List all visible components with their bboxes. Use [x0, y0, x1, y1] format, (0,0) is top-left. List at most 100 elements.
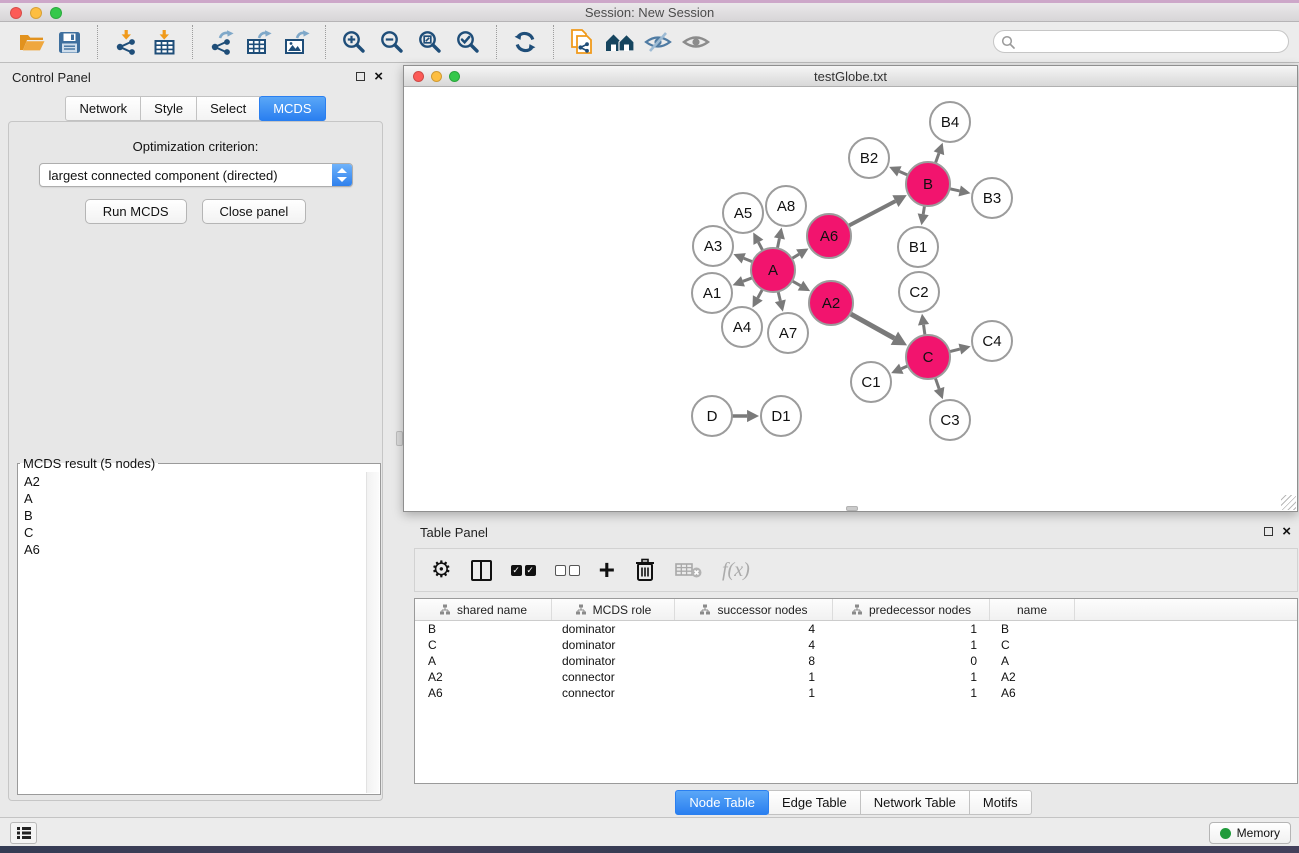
edge-arrowhead — [959, 344, 971, 355]
tab-motifs[interactable]: Motifs — [969, 790, 1032, 815]
close-panel-icon[interactable]: × — [374, 71, 383, 82]
node-label: C — [923, 349, 934, 366]
import-table-icon[interactable] — [147, 25, 181, 59]
graph-node-A5[interactable]: A5 — [723, 193, 763, 233]
list-item[interactable]: C — [19, 524, 365, 541]
node-label: B3 — [983, 190, 1001, 207]
graph-node-B2[interactable]: B2 — [849, 138, 889, 178]
open-folder-icon[interactable] — [14, 25, 48, 59]
graph-node-C4[interactable]: C4 — [972, 321, 1012, 361]
refresh-layout-icon[interactable] — [508, 25, 542, 59]
network-canvas[interactable]: B4 B2 B B3 A5A8A6 A3 A B1 A1 A2 C2 A4A7 C4 C C1 C3 D D1 — [404, 87, 1297, 511]
optimization-criterion-label: Optimization criterion: — [9, 139, 382, 154]
tab-select[interactable]: Select — [196, 96, 260, 121]
export-network-icon[interactable] — [204, 25, 238, 59]
hierarchy-icon — [851, 604, 863, 615]
select-all-icon[interactable]: ✓✓ — [511, 565, 536, 576]
column-header-predecessor-nodes[interactable]: predecessor nodes — [833, 599, 990, 620]
graph-node-C3[interactable]: C3 — [930, 400, 970, 440]
graph-node-B[interactable]: B — [906, 162, 950, 206]
list-item[interactable]: B — [19, 507, 365, 524]
toolbar-separator — [325, 25, 326, 59]
save-session-icon[interactable] — [52, 25, 86, 59]
horizontal-scrollbar-thumb[interactable] — [846, 506, 858, 511]
network-window-titlebar[interactable]: testGlobe.txt — [404, 66, 1297, 87]
list-item[interactable]: A2 — [19, 473, 365, 490]
clear-selection-icon[interactable] — [555, 565, 580, 576]
node-label: B1 — [909, 239, 927, 256]
scrollbar-track[interactable] — [366, 472, 379, 793]
delete-column-trash-icon[interactable] — [634, 558, 656, 582]
show-graphics-eye-icon[interactable] — [679, 25, 713, 59]
zoom-out-icon[interactable] — [375, 25, 409, 59]
table-row[interactable]: A2 connector 1 1 A2 — [415, 669, 1297, 685]
zoom-selected-icon[interactable] — [451, 25, 485, 59]
houses-icon[interactable] — [603, 25, 637, 59]
float-panel-icon[interactable] — [1264, 527, 1273, 536]
tab-edge-table[interactable]: Edge Table — [768, 790, 861, 815]
graph-node-A7[interactable]: A7 — [768, 313, 808, 353]
table-panel: Table Panel × ⚙ ✓✓ + f(x) — [408, 520, 1299, 817]
zoom-in-icon[interactable] — [337, 25, 371, 59]
graph-node-A8[interactable]: A8 — [766, 186, 806, 226]
graph-node-A1[interactable]: A1 — [692, 273, 732, 313]
edge-arrowhead — [958, 185, 970, 196]
tab-network[interactable]: Network — [65, 96, 141, 121]
tab-style[interactable]: Style — [140, 96, 197, 121]
graph-node-C[interactable]: C — [906, 335, 950, 379]
export-table-icon[interactable] — [242, 25, 276, 59]
table-row[interactable]: B dominator 4 1 B — [415, 621, 1297, 637]
graph-node-D1[interactable]: D1 — [761, 396, 801, 436]
node-label: C3 — [940, 412, 959, 429]
graph-node-B3[interactable]: B3 — [972, 178, 1012, 218]
close-panel-button[interactable]: Close panel — [202, 199, 307, 224]
settings-gear-icon[interactable]: ⚙ — [431, 559, 452, 581]
graph-node-B1[interactable]: B1 — [898, 227, 938, 267]
new-network-from-file-icon[interactable] — [565, 25, 599, 59]
tab-node-table[interactable]: Node Table — [675, 790, 769, 815]
tab-mcds[interactable]: MCDS — [259, 96, 325, 121]
zoom-fit-icon[interactable] — [413, 25, 447, 59]
run-mcds-button[interactable]: Run MCDS — [85, 199, 187, 224]
list-item[interactable]: A — [19, 490, 365, 507]
graph-node-D[interactable]: D — [692, 396, 732, 436]
column-header-shared-name[interactable]: shared name — [415, 599, 552, 620]
graph-node-A6[interactable]: A6 — [807, 214, 851, 258]
table-panel-tabs: Node Table Edge Table Network Table Moti… — [408, 790, 1299, 815]
node-label: D — [707, 408, 718, 425]
node-label: A — [768, 262, 778, 279]
graph-node-A2[interactable]: A2 — [809, 281, 853, 325]
column-header-successor-nodes[interactable]: successor nodes — [675, 599, 833, 620]
table-row[interactable]: C dominator 4 1 C — [415, 637, 1297, 653]
graph-node-A3[interactable]: A3 — [693, 226, 733, 266]
list-item[interactable]: A6 — [19, 541, 365, 558]
graph-node-C2[interactable]: C2 — [899, 272, 939, 312]
dropdown-stepper-icon — [332, 164, 352, 186]
import-network-icon[interactable] — [109, 25, 143, 59]
column-chooser-icon[interactable] — [471, 560, 492, 581]
memory-button[interactable]: Memory — [1209, 822, 1291, 844]
column-header-mcds-role[interactable]: MCDS role — [552, 599, 675, 620]
table-row[interactable]: A dominator 8 0 A — [415, 653, 1297, 669]
memory-status-icon — [1220, 828, 1231, 839]
export-image-icon[interactable] — [280, 25, 314, 59]
splitter-handle[interactable] — [396, 431, 403, 446]
graph-node-A[interactable]: A — [751, 248, 795, 292]
column-header-name[interactable]: name — [990, 599, 1075, 620]
edge-arrowhead — [918, 213, 929, 225]
window-resize-grip[interactable] — [1281, 495, 1296, 510]
criterion-dropdown[interactable]: largest connected component (directed) — [39, 163, 353, 187]
add-column-icon[interactable]: + — [599, 560, 615, 580]
tab-network-table[interactable]: Network Table — [860, 790, 970, 815]
table-row[interactable]: A6 connector 1 1 A6 — [415, 685, 1297, 701]
search-input[interactable] — [1020, 32, 1282, 51]
hide-graphics-eye-slash-icon[interactable] — [641, 25, 675, 59]
task-history-button[interactable] — [10, 822, 37, 844]
float-panel-icon[interactable] — [356, 72, 365, 81]
delete-table-icon — [675, 561, 703, 579]
graph-node-A4[interactable]: A4 — [722, 307, 762, 347]
graph-node-C1[interactable]: C1 — [851, 362, 891, 402]
close-panel-icon[interactable]: × — [1282, 526, 1291, 537]
node-label: C2 — [909, 284, 928, 301]
graph-node-B4[interactable]: B4 — [930, 102, 970, 142]
